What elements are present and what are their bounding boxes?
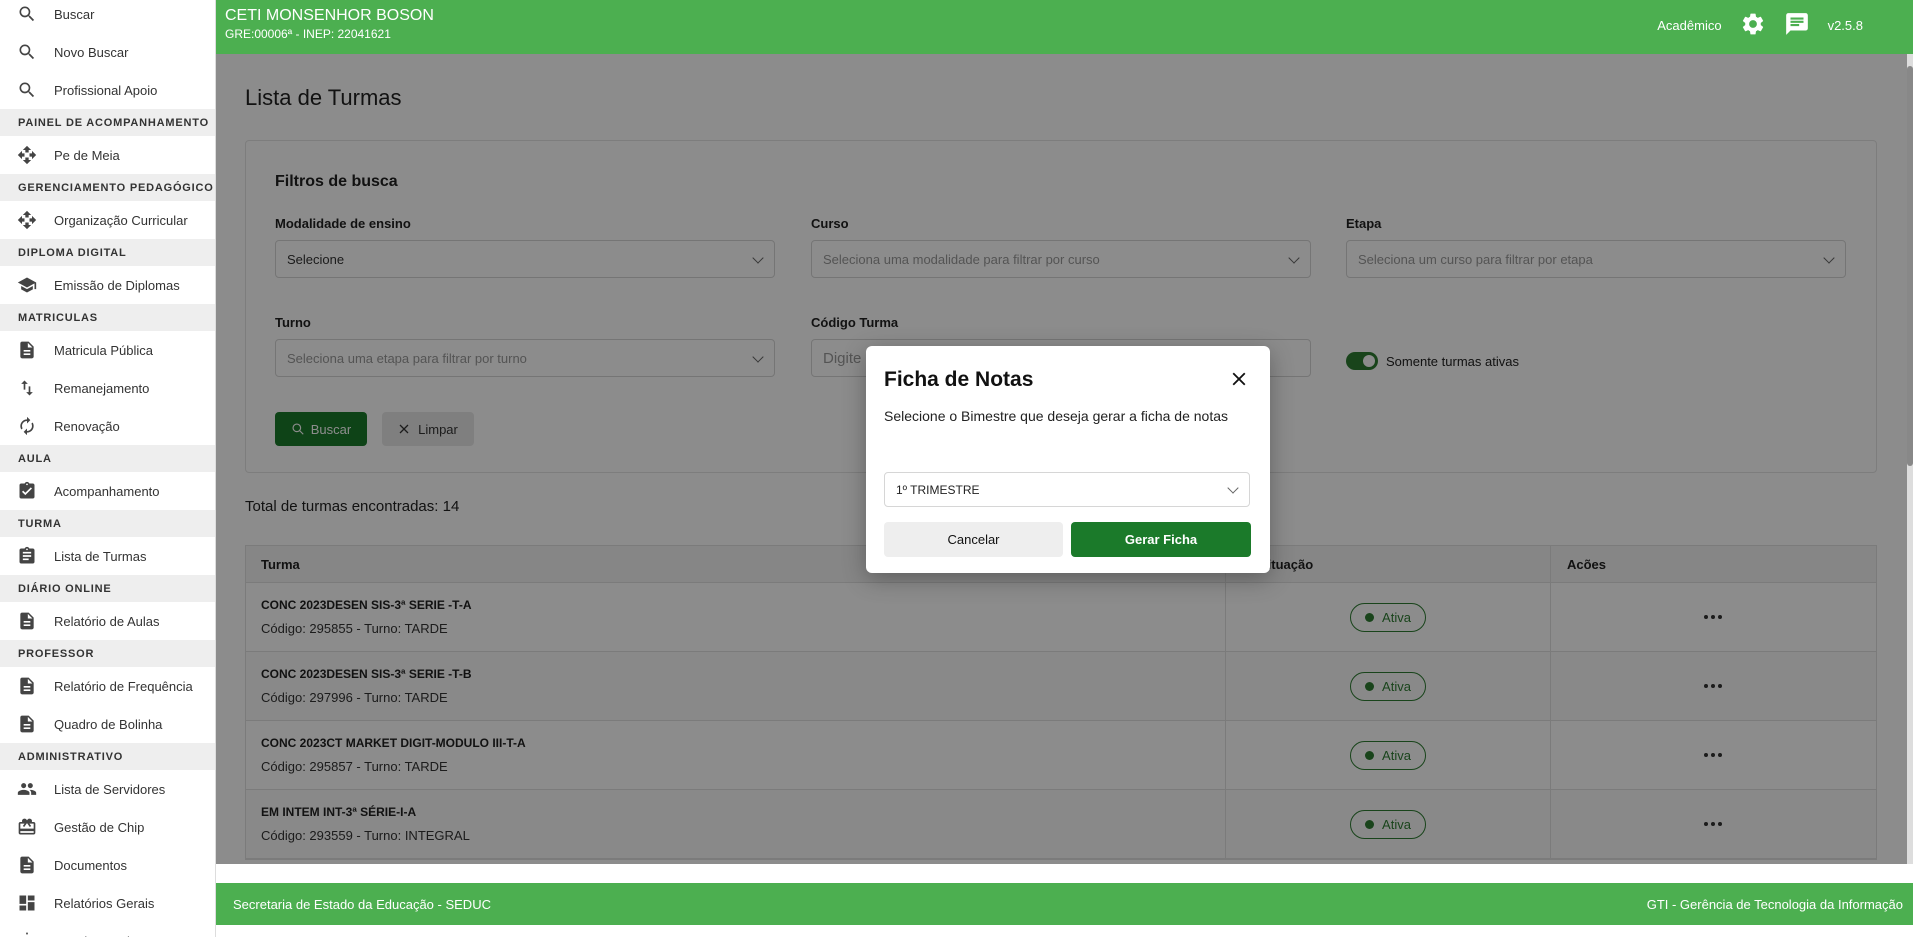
- sidebar-item[interactable]: Estudo Escolar: [0, 922, 215, 937]
- sidebar-section: AULA: [0, 445, 215, 472]
- document-icon: [16, 713, 38, 735]
- app-footer: Secretaria de Estado da Educação - SEDUC…: [216, 883, 1913, 925]
- search-icon: [16, 79, 38, 101]
- sidebar-section: DIPLOMA DIGITAL: [0, 239, 215, 266]
- dashboard-icon: [16, 892, 38, 914]
- sidebar-item[interactable]: Buscar: [0, 0, 215, 33]
- gear-icon[interactable]: [1740, 11, 1766, 40]
- sidebar-section: PROFESSOR: [0, 640, 215, 667]
- ficha-notas-dialog: Ficha de Notas Selecione o Bimestre que …: [866, 346, 1270, 573]
- sidebar-section: DIÁRIO ONLINE: [0, 575, 215, 602]
- sidebar-section: GERENCIAMENTO PEDAGÓGICO: [0, 174, 215, 201]
- sidebar-item-label: Acompanhamento: [54, 483, 160, 499]
- trimestre-value: 1º TRIMESTRE: [896, 482, 980, 497]
- sidebar-item-label: Pe de Meia: [54, 147, 120, 163]
- version-label: v2.5.8: [1827, 17, 1863, 33]
- chevron-down-icon: [1227, 482, 1239, 494]
- sidebar-item-label: Matricula Pública: [54, 342, 153, 358]
- sidebar-item[interactable]: Documentos: [0, 846, 215, 884]
- sidebar-item[interactable]: Renovação: [0, 407, 215, 445]
- document-icon: [16, 610, 38, 632]
- sidebar-item-label: Buscar: [54, 6, 95, 22]
- sidebar-item-label: Relatórios Gerais: [54, 895, 155, 911]
- sidebar: Buscar Novo Buscar Profissional Apoio PAINE…: [0, 0, 216, 937]
- sidebar-item-label: Remanejamento: [54, 380, 150, 396]
- sidebar-item-label: Lista de Servidores: [54, 781, 166, 797]
- close-icon[interactable]: [1228, 368, 1250, 390]
- document-icon: [16, 339, 38, 361]
- sidebar-item[interactable]: Lista de Turmas: [0, 537, 215, 575]
- clipboard-icon: [16, 545, 38, 567]
- sidebar-item[interactable]: Remanejamento: [0, 369, 215, 407]
- sidebar-item-label: Quadro de Bolinha: [54, 716, 163, 732]
- move-icon: [16, 144, 38, 166]
- sidebar-item[interactable]: Emissão de Diplomas: [0, 266, 215, 304]
- sidebar-item-label: Organização Curricular: [54, 212, 188, 228]
- sidebar-item-label: Estudo Escolar: [54, 934, 141, 938]
- header-actions: Acadêmico v2.5.8: [1657, 0, 1863, 50]
- chat-icon[interactable]: [1784, 11, 1810, 40]
- scrollbar[interactable]: [1907, 54, 1913, 864]
- sidebar-item[interactable]: Pe de Meia: [0, 136, 215, 174]
- sidebar-section: TURMA: [0, 510, 215, 537]
- trimestre-select[interactable]: 1º TRIMESTRE: [884, 472, 1250, 507]
- sidebar-item[interactable]: Relatório de Frequência: [0, 667, 215, 705]
- swap-vertical-icon: [16, 377, 38, 399]
- sidebar-section: PAINEL DE ACOMPANHAMENTO: [0, 109, 215, 136]
- sidebar-item[interactable]: Organização Curricular: [0, 201, 215, 239]
- people-icon: [16, 778, 38, 800]
- search-icon: [16, 3, 38, 25]
- document-icon: [16, 675, 38, 697]
- module-link[interactable]: Acadêmico: [1657, 18, 1721, 33]
- sidebar-item[interactable]: Matricula Pública: [0, 331, 215, 369]
- sidebar-item-label: Novo Buscar: [54, 44, 129, 60]
- settings-icon: [16, 930, 38, 937]
- dialog-title: Ficha de Notas: [884, 368, 1034, 391]
- move-icon: [16, 209, 38, 231]
- sidebar-item[interactable]: Profissional Apoio: [0, 71, 215, 109]
- document-icon: [16, 854, 38, 876]
- sidebar-item[interactable]: Lista de Servidores: [0, 770, 215, 808]
- generate-button[interactable]: Gerar Ficha: [1071, 522, 1251, 557]
- sidebar-item-label: Lista de Turmas: [54, 548, 147, 564]
- footer-left: Secretaria de Estado da Educação - SEDUC: [233, 896, 491, 912]
- sidebar-item[interactable]: Quadro de Bolinha: [0, 705, 215, 743]
- footer-right: GTI - Gerência de Tecnologia da Informaç…: [1646, 896, 1903, 912]
- sidebar-item[interactable]: Relatórios Gerais: [0, 884, 215, 922]
- sidebar-item-label: Profissional Apoio: [54, 82, 158, 98]
- sidebar-item[interactable]: Gestão de Chip: [0, 808, 215, 846]
- school-name: CETI MONSENHOR BOSON: [225, 7, 434, 24]
- app-header: CETI MONSENHOR BOSON GRE:00006ª - INEP: …: [216, 0, 1913, 54]
- sim-card-icon: [16, 816, 38, 838]
- sidebar-item-label: Renovação: [54, 418, 120, 434]
- sidebar-item-label: Gestão de Chip: [54, 819, 145, 835]
- sidebar-section: MATRICULAS: [0, 304, 215, 331]
- sidebar-item[interactable]: Relatório de Aulas: [0, 602, 215, 640]
- sidebar-section: ADMINISTRATIVO: [0, 743, 215, 770]
- sidebar-item-label: Relatório de Frequência: [54, 678, 193, 694]
- search-icon: [16, 41, 38, 63]
- dialog-description: Selecione o Bimestre que deseja gerar a …: [884, 408, 1228, 424]
- sidebar-item-label: Emissão de Diplomas: [54, 277, 180, 293]
- sidebar-item[interactable]: Novo Buscar: [0, 33, 215, 71]
- school-info: GRE:00006ª - INEP: 22041621: [225, 27, 391, 41]
- sidebar-item-label: Relatório de Aulas: [54, 613, 160, 629]
- sidebar-item-label: Documentos: [54, 857, 127, 873]
- graduation-cap-icon: [16, 274, 38, 296]
- sidebar-item[interactable]: Acompanhamento: [0, 472, 215, 510]
- cancel-button[interactable]: Cancelar: [884, 522, 1063, 557]
- refresh-icon: [16, 415, 38, 437]
- checkbox-icon: [16, 480, 38, 502]
